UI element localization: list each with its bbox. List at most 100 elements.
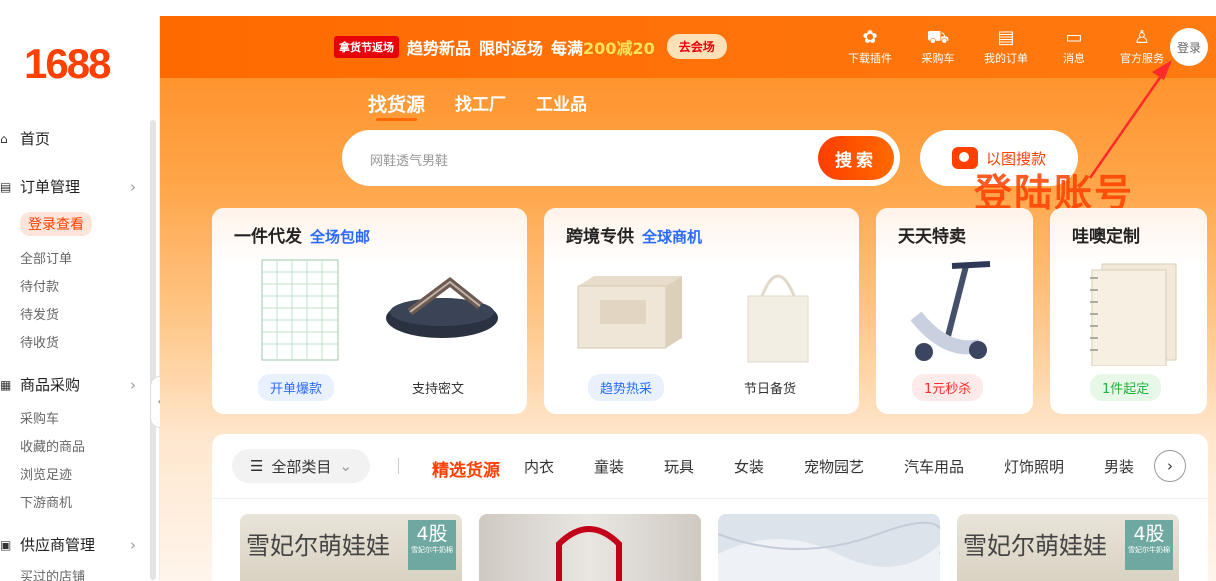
category-underwear[interactable]: 内衣 (524, 456, 594, 481)
category-next-button[interactable]: › (1154, 450, 1186, 482)
divider (212, 498, 1208, 499)
product-title: 雪妃尔萌娃娃 (246, 532, 390, 560)
promo-text-1: 趋势新品 (407, 38, 472, 58)
chevron-right-icon: › (130, 535, 136, 554)
tab-find-goods[interactable]: 找货源 (368, 90, 425, 121)
tag-trending[interactable]: 趋势热采 (588, 374, 665, 401)
sidebar-subitem-pending-shipment[interactable]: 待发货 (20, 304, 59, 323)
chevron-down-icon: ⌄ (339, 457, 353, 475)
menu-icon: ☰ (249, 457, 264, 475)
sidebar-item-home[interactable]: ⌂ 首页 (0, 128, 140, 149)
all-categories-dropdown[interactable]: ☰ 全部类目 ⌄ (232, 449, 370, 483)
tab-find-factory[interactable]: 找工厂 (455, 90, 506, 117)
category-lighting[interactable]: 灯饰照明 (1004, 456, 1104, 481)
promo-banner[interactable]: 拿货节返场 趋势新品 限时返场 每满 200减20 去会场 (334, 34, 727, 59)
tag-holiday-stock[interactable]: 节日备货 (732, 374, 808, 401)
category-featured[interactable]: 精选货源 (432, 456, 500, 481)
sidebar-item-supplier[interactable]: ▣ 供应商管理 › (0, 534, 140, 555)
category-women[interactable]: 女装 (734, 456, 804, 481)
card-subtitle: 全球商机 (642, 228, 703, 246)
tag-flash-sale[interactable]: 1元秒杀 (912, 374, 984, 401)
card-title: 一件代发 全场包邮 (234, 222, 370, 247)
card-crossborder[interactable]: 跨境专供 全球商机 趋势热采 节日备货 (544, 208, 859, 414)
product-badge-text: 4股 (416, 523, 448, 545)
product-image-copybook[interactable] (242, 256, 362, 366)
category-kids[interactable]: 童装 (594, 456, 664, 481)
category-pets-garden[interactable]: 宠物园艺 (804, 456, 904, 481)
card-daily-deals[interactable]: 天天特卖 1元秒杀 (876, 208, 1033, 414)
cart-icon: ⛟ (926, 27, 950, 48)
sidebar-subitem-pending-payment[interactable]: 待付款 (20, 276, 59, 295)
card-title: 哇噢定制 (1072, 227, 1140, 247)
card-dropship[interactable]: 一件代发 全场包邮 开单爆款 支持密文 (212, 208, 527, 414)
product-thumb[interactable] (718, 514, 940, 581)
tab-industrial[interactable]: 工业品 (536, 90, 587, 117)
sidebar-subitem-opportunities[interactable]: 下游商机 (20, 492, 72, 511)
document-icon: ▤ (0, 179, 12, 194)
product-thumb[interactable]: 雪妃尔萌娃娃 4股 雪妃尔牛奶棉 (957, 514, 1179, 581)
sidebar-subitem-history[interactable]: 浏览足迹 (20, 464, 72, 483)
page-root: 1688 ⌂ 首页 ▤ 订单管理 › 登录查看 全部订单 待付款 待发货 待收货… (0, 0, 1216, 581)
my-orders-button[interactable]: ▤ 我的订单 (980, 26, 1032, 66)
tag-hot-sale[interactable]: 开单爆款 (258, 374, 335, 401)
product-image-fabric (718, 521, 940, 581)
sidebar-item-label: 商品采购 (20, 376, 81, 394)
tag-encrypted[interactable]: 支持密文 (400, 374, 476, 401)
cart-button[interactable]: ⛟ 采购车 (912, 26, 964, 66)
product-image-scooter[interactable] (896, 256, 1016, 366)
product-badge-sub: 雪妃尔牛奶棉 (1128, 546, 1170, 554)
product-badge-text: 4股 (1133, 523, 1165, 545)
all-categories-label: 全部类目 (271, 457, 332, 476)
sidebar-item-orders[interactable]: ▤ 订单管理 › (0, 176, 140, 197)
product-image-red-bag (556, 526, 622, 581)
product-image-notebook[interactable] (1068, 256, 1188, 366)
grid-icon: ▦ (0, 377, 12, 392)
card-title-text: 跨境专供 (566, 227, 634, 247)
login-view-button[interactable]: 登录查看 (20, 212, 92, 236)
product-image-storage-box[interactable] (570, 256, 690, 366)
search-button[interactable]: 搜索 (818, 136, 894, 180)
category-auto[interactable]: 汽车用品 (904, 456, 1004, 481)
category-toys[interactable]: 玩具 (664, 456, 734, 481)
sidebar-subitem-bought-stores[interactable]: 买过的店铺 (20, 566, 85, 581)
sidebar-item-label: 订单管理 (20, 178, 81, 196)
sidebar-subitem-all-orders[interactable]: 全部订单 (20, 248, 72, 267)
product-thumb[interactable]: 雪妃尔萌娃娃 4股 雪妃尔牛奶棉 (240, 514, 462, 581)
action-label: 我的订单 (984, 52, 1028, 65)
top-bar: 拿货节返场 趋势新品 限时返场 每满 200减20 去会场 ✿ 下载插件 ⛟ 采… (160, 16, 1216, 78)
main-area: 拿货节返场 趋势新品 限时返场 每满 200减20 去会场 ✿ 下载插件 ⛟ 采… (160, 16, 1216, 581)
store-icon: ▣ (0, 537, 12, 552)
sidebar-subitem-favorites[interactable]: 收藏的商品 (20, 436, 85, 455)
tag-custom-min[interactable]: 1件起定 (1090, 374, 1162, 401)
sidebar-item-purchase[interactable]: ▦ 商品采购 › (0, 374, 140, 395)
sidebar-subitem-pending-receipt[interactable]: 待收货 (20, 332, 59, 351)
message-icon: ▭ (1065, 27, 1083, 48)
sidebar-item-label: 供应商管理 (20, 536, 96, 554)
promo-text-3: 每满 (551, 38, 584, 58)
logo[interactable]: 1688 (24, 40, 111, 88)
product-badge: 4股 雪妃尔牛奶棉 (1125, 520, 1173, 570)
promo-tag: 拿货节返场 (334, 35, 399, 58)
download-plugin-button[interactable]: ✿ 下载插件 (844, 26, 896, 66)
product-image-tote-bag[interactable] (720, 256, 840, 366)
home-icon: ⌂ (0, 131, 8, 146)
clipboard-icon: ▤ (997, 27, 1015, 48)
promo-number: 200减20 (583, 38, 655, 58)
promo-venue-button[interactable]: 去会场 (666, 34, 727, 59)
sidebar-scrollbar[interactable] (150, 120, 156, 580)
person-icon: ♙ (1133, 27, 1151, 48)
search-tabs: 找货源 找工厂 工业品 (368, 90, 587, 121)
card-custom[interactable]: 哇噢定制 1件起定 (1050, 208, 1207, 414)
product-thumb[interactable] (479, 514, 701, 581)
sidebar-subitem-cart[interactable]: 采购车 (20, 408, 59, 427)
category-bar: ☰ 全部类目 ⌄ 精选货源 内衣 童装 玩具 女装 宠物园艺 汽车用品 灯饰照明… (212, 434, 1208, 581)
card-title: 跨境专供 全球商机 (566, 222, 702, 247)
category-list: 精选货源 内衣 童装 玩具 女装 宠物园艺 汽车用品 灯饰照明 男装 (432, 456, 1134, 481)
product-image-flipflop[interactable] (380, 256, 500, 366)
action-label: 下载插件 (848, 52, 892, 65)
sidebar-item-label: 首页 (20, 130, 51, 148)
divider (398, 458, 399, 474)
category-men[interactable]: 男装 (1104, 456, 1134, 481)
search-input[interactable]: 网鞋透气男鞋 (370, 150, 448, 169)
card-title: 天天特卖 (898, 227, 966, 247)
